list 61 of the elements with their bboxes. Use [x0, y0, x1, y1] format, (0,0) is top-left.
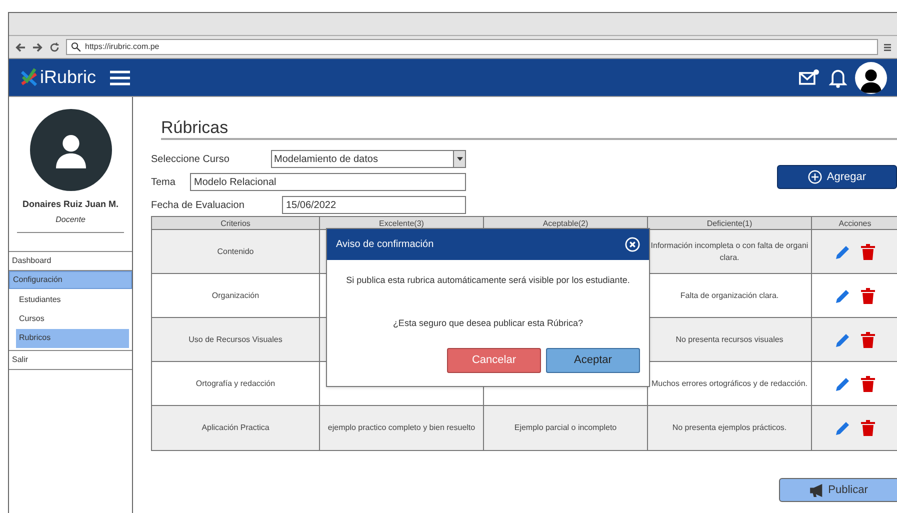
field-label: Fecha de Evaluacion — [151, 198, 246, 212]
nav-subitem[interactable]: Rubricos — [16, 328, 129, 348]
table-cell: ejemplo practico completo y bien resuelto — [328, 422, 476, 434]
caret-icon — [453, 151, 465, 167]
dialog-title: Aviso de confirmación — [336, 238, 434, 252]
delete-icon[interactable] — [861, 420, 875, 436]
course-select[interactable]: Modelamiento de datos — [271, 150, 466, 168]
table-cell: No presenta ejemplos prácticos. — [672, 422, 787, 434]
table-cell: Contenido — [217, 246, 254, 258]
nav-subitem[interactable]: Cursos — [16, 310, 129, 328]
edit-icon[interactable] — [835, 332, 851, 348]
edit-icon[interactable] — [835, 376, 851, 392]
user-name: Donaires Ruiz Juan M. — [21, 198, 120, 211]
table-cell: Ortografía y redacción — [196, 378, 276, 390]
user-avatar[interactable] — [855, 62, 887, 94]
nav-item[interactable]: Configuración — [9, 270, 132, 288]
dialog-question: ¿Esta seguro que desea publicar esta Rúbrica? — [392, 316, 584, 330]
field-label: Tema — [151, 176, 176, 190]
table-cell: Ejemplo parcial o incompleto — [514, 422, 617, 434]
delete-icon[interactable] — [861, 376, 875, 392]
table-cell-text: Información incompleta o con falta de organi clara. — [650, 240, 810, 264]
bell-icon[interactable] — [829, 68, 847, 88]
delete-icon[interactable] — [861, 332, 875, 348]
table-cell: No presenta recursos visuales — [676, 334, 784, 346]
dialog-message: Si publica esta rubrica automáticamente será visible por los estudiante. — [345, 274, 631, 287]
topic-field[interactable]: Modelo Relacional — [190, 173, 466, 191]
plus-icon — [808, 170, 822, 184]
edit-icon[interactable] — [835, 244, 851, 260]
nav-item[interactable]: Dashboard — [9, 252, 132, 270]
field-label: Seleccione Curso — [151, 152, 230, 166]
table-cell: Muchos errores ortográficos y de redacción. — [651, 378, 808, 390]
edit-icon[interactable] — [835, 420, 851, 436]
forward-icon[interactable] — [32, 42, 43, 52]
nav-item[interactable]: Salir — [9, 350, 132, 368]
mail-icon[interactable] — [799, 69, 819, 86]
column-header: Criterios — [152, 217, 320, 229]
logo-icon — [19, 68, 39, 88]
delete-icon[interactable] — [861, 288, 875, 304]
back-icon[interactable] — [15, 42, 26, 52]
table-cell: Organización — [212, 290, 260, 302]
edit-icon[interactable] — [835, 288, 851, 304]
reload-icon[interactable] — [49, 42, 60, 52]
search-icon — [71, 42, 81, 52]
page-title: Rúbricas — [161, 119, 897, 140]
url-text: https://irubric.com.pe — [85, 41, 160, 53]
publish-button[interactable]: Publicar — [779, 478, 897, 502]
table-cell: Aplicación Practica — [202, 422, 270, 434]
menu-icon[interactable] — [110, 70, 130, 86]
table-cell: Falta de organización clara. — [680, 290, 779, 302]
accept-button[interactable]: Aceptar — [546, 348, 640, 373]
address-bar[interactable]: https://irubric.com.pe — [66, 39, 878, 55]
column-header: Acciones — [838, 218, 872, 229]
menu-icon[interactable] — [884, 42, 891, 52]
add-button[interactable]: Agregar — [777, 165, 897, 189]
table-cell: Uso de Recursos Visuales — [188, 334, 282, 346]
delete-icon[interactable] — [861, 244, 875, 260]
date-field[interactable]: 15/06/2022 — [282, 196, 466, 214]
nav-subitem[interactable]: Estudiantes — [16, 290, 129, 310]
user-role: Docente — [54, 214, 86, 226]
close-icon[interactable] — [625, 237, 640, 252]
app-logo[interactable]: iRubric — [40, 64, 96, 91]
